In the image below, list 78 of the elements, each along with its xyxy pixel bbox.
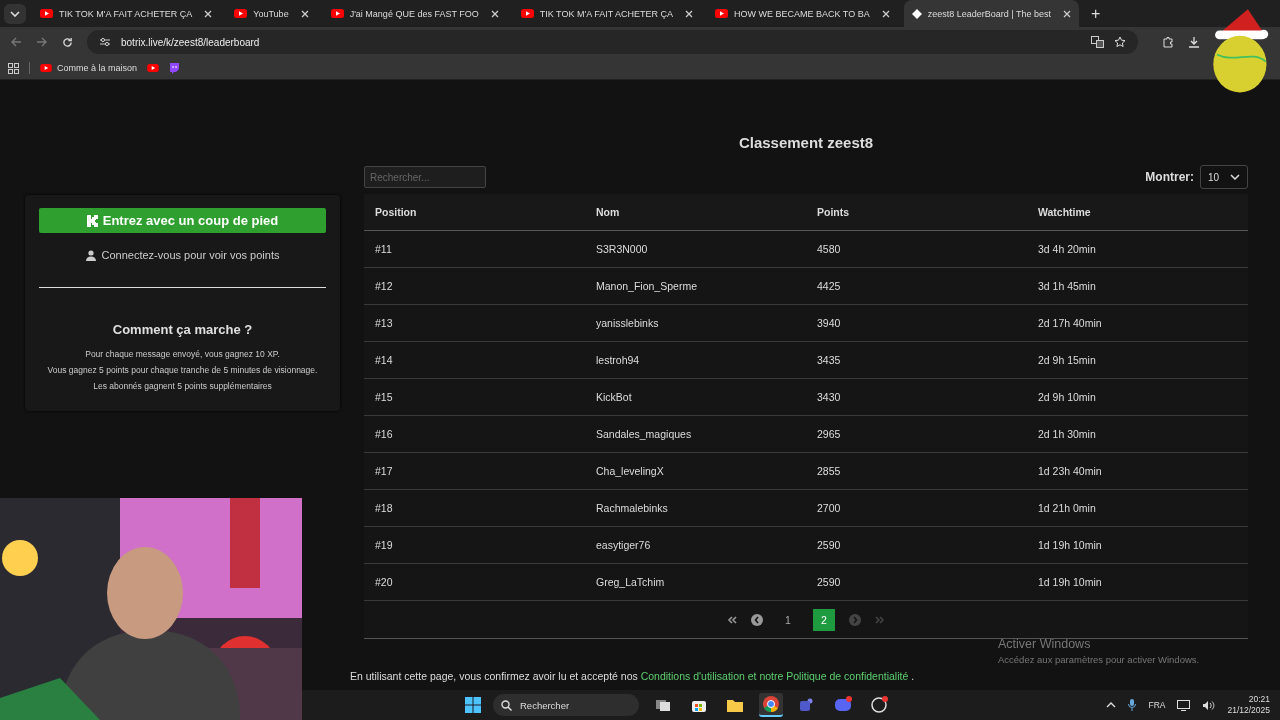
- column-header: Position: [375, 206, 417, 218]
- column-header: Nom: [596, 206, 620, 218]
- browser-tab[interactable]: YouTube: [226, 0, 317, 27]
- table-cell: 4425: [817, 280, 841, 292]
- table-cell: Manon_Fion_Sperme: [596, 280, 697, 292]
- activation-text: Accédez aux paramètres pour activer Windows.: [998, 654, 1201, 665]
- table-cell: S3R3N000: [596, 243, 648, 255]
- language-indicator[interactable]: FRA: [1148, 700, 1166, 710]
- table-cell: 1d 21h 0min: [1038, 502, 1096, 514]
- table-cell: 2965: [817, 428, 841, 440]
- tab-title: YouTube: [253, 8, 289, 19]
- table-cell: 2855: [817, 465, 841, 477]
- table-cell: 2700: [817, 502, 841, 514]
- table-cell: 3940: [817, 317, 841, 329]
- tab-title: J'ai Mangé QUE des FAST FOO: [349, 8, 479, 19]
- table-cell: #16: [375, 428, 393, 440]
- table-cell: #20: [375, 576, 393, 588]
- bookmark[interactable]: Comme à la maison: [40, 63, 138, 73]
- table-cell: lestroh94: [596, 354, 640, 366]
- table-cell: 2d 1h 30min: [1038, 428, 1096, 440]
- table-cell: easytiger76: [596, 539, 651, 551]
- column-header: Points: [817, 206, 850, 218]
- tab-title: TIK TOK M'A FAIT ACHETER ÇA: [539, 8, 673, 19]
- table-cell: Greg_LaTchim: [596, 576, 665, 588]
- terms-link[interactable]: Conditions d'utilisation et notre Politique de confidentialité: [640, 670, 909, 682]
- table-cell: #18: [375, 502, 393, 514]
- footer-text: En utilisant cette page, vous confirmez avoir lu et accepté nos Conditions d'utilisation et notre Politique de confidentialité .: [350, 670, 916, 682]
- taskbar-search-field[interactable]: Rechercher: [493, 694, 639, 716]
- browser-tab[interactable]: TIK TOK M'A FAIT ACHETER ÇA: [32, 0, 221, 27]
- table-cell: #14: [375, 354, 393, 366]
- table-cell: #11: [375, 243, 392, 255]
- table-cell: 3d 4h 20min: [1038, 243, 1096, 255]
- table-cell: 2d 17h 40min: [1038, 317, 1102, 329]
- page-number[interactable]: 2: [813, 608, 835, 631]
- search-field[interactable]: Rechercher...: [364, 166, 486, 188]
- tab-title: HOW WE BECAME BACK TO BA: [734, 8, 870, 19]
- table-cell: 1d 19h 10min: [1038, 576, 1102, 588]
- column-header: Watchtime: [1038, 206, 1091, 218]
- table-cell: 2d 9h 10min: [1038, 391, 1096, 403]
- table-cell: 1d 19h 10min: [1038, 539, 1102, 551]
- activation-title: Activer Windows: [998, 637, 1092, 651]
- table-cell: #12: [375, 280, 393, 292]
- clock-date: 21/12/2025: [1227, 705, 1270, 716]
- clock-time: 20:21: [1248, 694, 1270, 705]
- table-cell: Rachmalebinks: [596, 502, 668, 514]
- show-label: Montrer:: [1145, 170, 1194, 184]
- table-cell: #15: [375, 391, 393, 403]
- table-cell: 3d 1h 45min: [1038, 280, 1096, 292]
- table-cell: 2590: [817, 539, 841, 551]
- table-cell: KickBot: [596, 391, 632, 403]
- table-cell: #13: [375, 317, 393, 329]
- browser-tab[interactable]: zeest8 LeaderBoard | The best: [903, 0, 1079, 27]
- table-cell: 2d 9h 15min: [1038, 354, 1096, 366]
- section-heading: Comment ça marche ?: [112, 322, 253, 337]
- table-cell: 3435: [817, 354, 841, 366]
- new-tab-button[interactable]: +: [1085, 4, 1107, 23]
- table-cell: #19: [375, 539, 393, 551]
- address-bar[interactable]: botrix.live/k/zeest8/leaderboard: [87, 30, 1138, 54]
- rule-text: Pour chaque message envoyé, vous gagnez 10 XP.: [85, 349, 280, 359]
- table-cell: #17: [375, 465, 393, 477]
- table-cell: Sandales_magiques: [596, 428, 692, 440]
- browser-tab[interactable]: J'ai Mangé QUE des FAST FOO: [322, 0, 507, 27]
- table-cell: 4580: [817, 243, 841, 255]
- browser-tab[interactable]: TIK TOK M'A FAIT ACHETER ÇA: [512, 0, 701, 27]
- browser-tab[interactable]: HOW WE BECAME BACK TO BA: [707, 0, 898, 27]
- page-number[interactable]: 1: [777, 608, 799, 631]
- table-cell: 1d 23h 40min: [1038, 465, 1102, 477]
- table-cell: yanisslebinks: [596, 317, 659, 329]
- tab-title: zeest8 LeaderBoard | The best: [927, 8, 1051, 19]
- rule-text: Vous gagnez 5 points pour chaque tranche de 5 minutes de visionnage.: [47, 365, 318, 375]
- tab-title: TIK TOK M'A FAIT ACHETER ÇA: [59, 8, 193, 19]
- table-cell: Cha_levelingX: [596, 465, 664, 477]
- page-title: Classement zeest8: [737, 134, 875, 151]
- hint-text: Connectez-vous pour voir vos points: [101, 249, 280, 261]
- rule-text: Les abonnés gagnent 5 points supplémentaires: [93, 381, 272, 391]
- table-cell: 3430: [817, 391, 841, 403]
- page-size-select[interactable]: 10: [1200, 165, 1248, 189]
- table-cell: 2590: [817, 576, 841, 588]
